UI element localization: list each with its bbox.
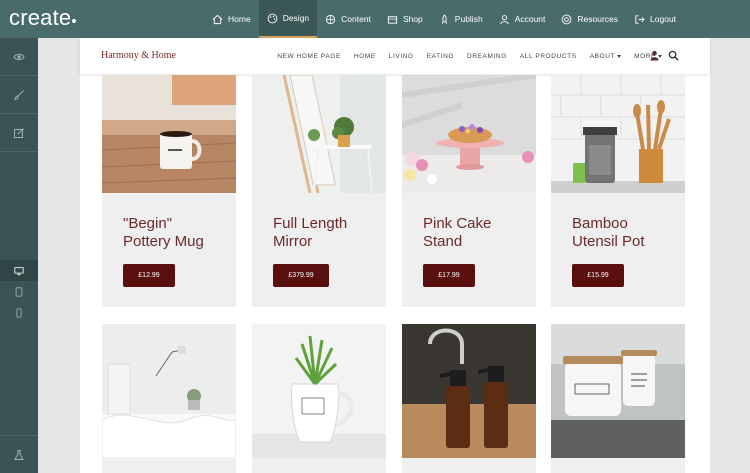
jug-photo [252,324,386,458]
nav-shop[interactable]: Shop [379,0,431,38]
nav-logout[interactable]: Logout [626,0,684,38]
site-nav-living[interactable]: LIVING [389,53,414,60]
mobile-icon [16,307,22,318]
site-preview: Harmony & Home NEW HOME PAGE HOME LIVING… [80,38,710,473]
nav-publish[interactable]: Publish [431,0,491,38]
product-card[interactable]: Bamboo Utensil Pot £15.99 [551,75,685,307]
nav-content-label: Content [341,14,371,24]
logout-icon [635,14,645,24]
price-button[interactable]: £15.99 [572,264,624,287]
content-icon [326,14,336,24]
site-nav-eating[interactable]: EATING [427,53,454,60]
product-card[interactable]: "Begin" Pottery Mug £12.99 [102,75,236,307]
mug-photo [102,75,236,193]
price-button[interactable]: £379.99 [273,264,329,287]
mirror-photo [252,75,386,193]
brush-icon [14,89,24,100]
site-brand[interactable]: Harmony & Home [101,50,176,61]
app-logo[interactable]: create [9,5,77,31]
nav-design-label: Design [282,13,310,23]
desktop-icon [14,266,24,275]
product-card[interactable]: Full Length Mirror £379.99 [252,75,386,307]
site-nav-home[interactable]: HOME [354,53,376,60]
spray-bottles-photo [402,324,536,458]
product-title[interactable]: Pink Cake Stand [402,193,536,263]
product-image-mug[interactable] [102,75,236,193]
product-image-canisters[interactable] [551,324,685,458]
user-icon [499,14,509,24]
palette-icon [267,13,278,23]
price-button[interactable]: £17.99 [423,264,475,287]
product-card[interactable] [551,324,685,473]
product-image-jug[interactable] [252,324,386,458]
flask-icon [14,449,24,460]
site-nav-dreaming[interactable]: DREAMING [467,53,507,60]
editor-sidebar [0,38,38,473]
nav-publish-label: Publish [454,14,483,24]
product-image-spray-bottles[interactable] [402,324,536,458]
device-switcher [0,260,38,323]
site-nav: NEW HOME PAGE HOME LIVING EATING DREAMIN… [277,38,662,74]
site-nav-new-home[interactable]: NEW HOME PAGE [277,53,341,60]
canisters-photo [551,324,685,458]
nav-home-label: Home [228,14,251,24]
device-desktop-button[interactable] [0,260,38,281]
search-icon[interactable] [668,50,679,61]
product-title[interactable]: Bamboo Utensil Pot [551,193,685,263]
nav-account[interactable]: Account [491,0,554,38]
product-image-utensil-pot[interactable] [551,75,685,193]
app-nav: Home Design Content Shop Publish Account… [204,0,684,38]
nav-design[interactable]: Design [258,0,318,38]
nav-resources-label: Resources [577,14,619,24]
rocket-icon [441,13,447,24]
cart-icon [387,15,398,24]
sidebar-style-button[interactable] [0,76,38,114]
lifebuoy-icon [562,14,572,24]
utensil-pot-photo [551,75,685,193]
price-button[interactable]: £12.99 [123,264,175,287]
device-tablet-button[interactable] [0,281,38,302]
app-topbar: create Home Design Content Shop Publish … [0,0,750,38]
home-icon [212,14,223,24]
nav-shop-label: Shop [402,14,423,24]
sidebar-preview-button[interactable] [0,38,38,76]
sidebar-labs-button[interactable] [0,435,38,473]
nav-content[interactable]: Content [317,0,379,38]
device-mobile-button[interactable] [0,302,38,323]
eye-icon [13,53,25,60]
product-image-cake-stand[interactable] [402,75,536,193]
nav-account-label: Account [514,14,546,24]
chevron-down-icon [617,54,622,58]
product-title[interactable]: "Begin" Pottery Mug [102,193,236,263]
site-nav-all-products[interactable]: ALL PRODUCTS [520,53,577,60]
account-icon[interactable] [649,50,660,61]
bedroom-photo [102,324,236,458]
product-card[interactable]: Pink Cake Stand £17.99 [402,75,536,307]
product-image-bedroom[interactable] [102,324,236,458]
product-title[interactable]: Full Length Mirror [252,193,386,263]
product-card[interactable] [252,324,386,473]
site-nav-about[interactable]: ABOUT [590,53,622,60]
product-image-mirror[interactable] [252,75,386,193]
edit-icon [14,127,24,138]
nav-logout-label: Logout [650,14,677,24]
tablet-icon [15,286,23,297]
nav-resources[interactable]: Resources [553,0,626,38]
product-card[interactable] [402,324,536,473]
sidebar-edit-button[interactable] [0,114,38,152]
cake-stand-photo [402,75,536,193]
nav-home[interactable]: Home [204,0,259,38]
site-header: Harmony & Home NEW HOME PAGE HOME LIVING… [80,38,710,74]
product-card[interactable] [102,324,236,473]
